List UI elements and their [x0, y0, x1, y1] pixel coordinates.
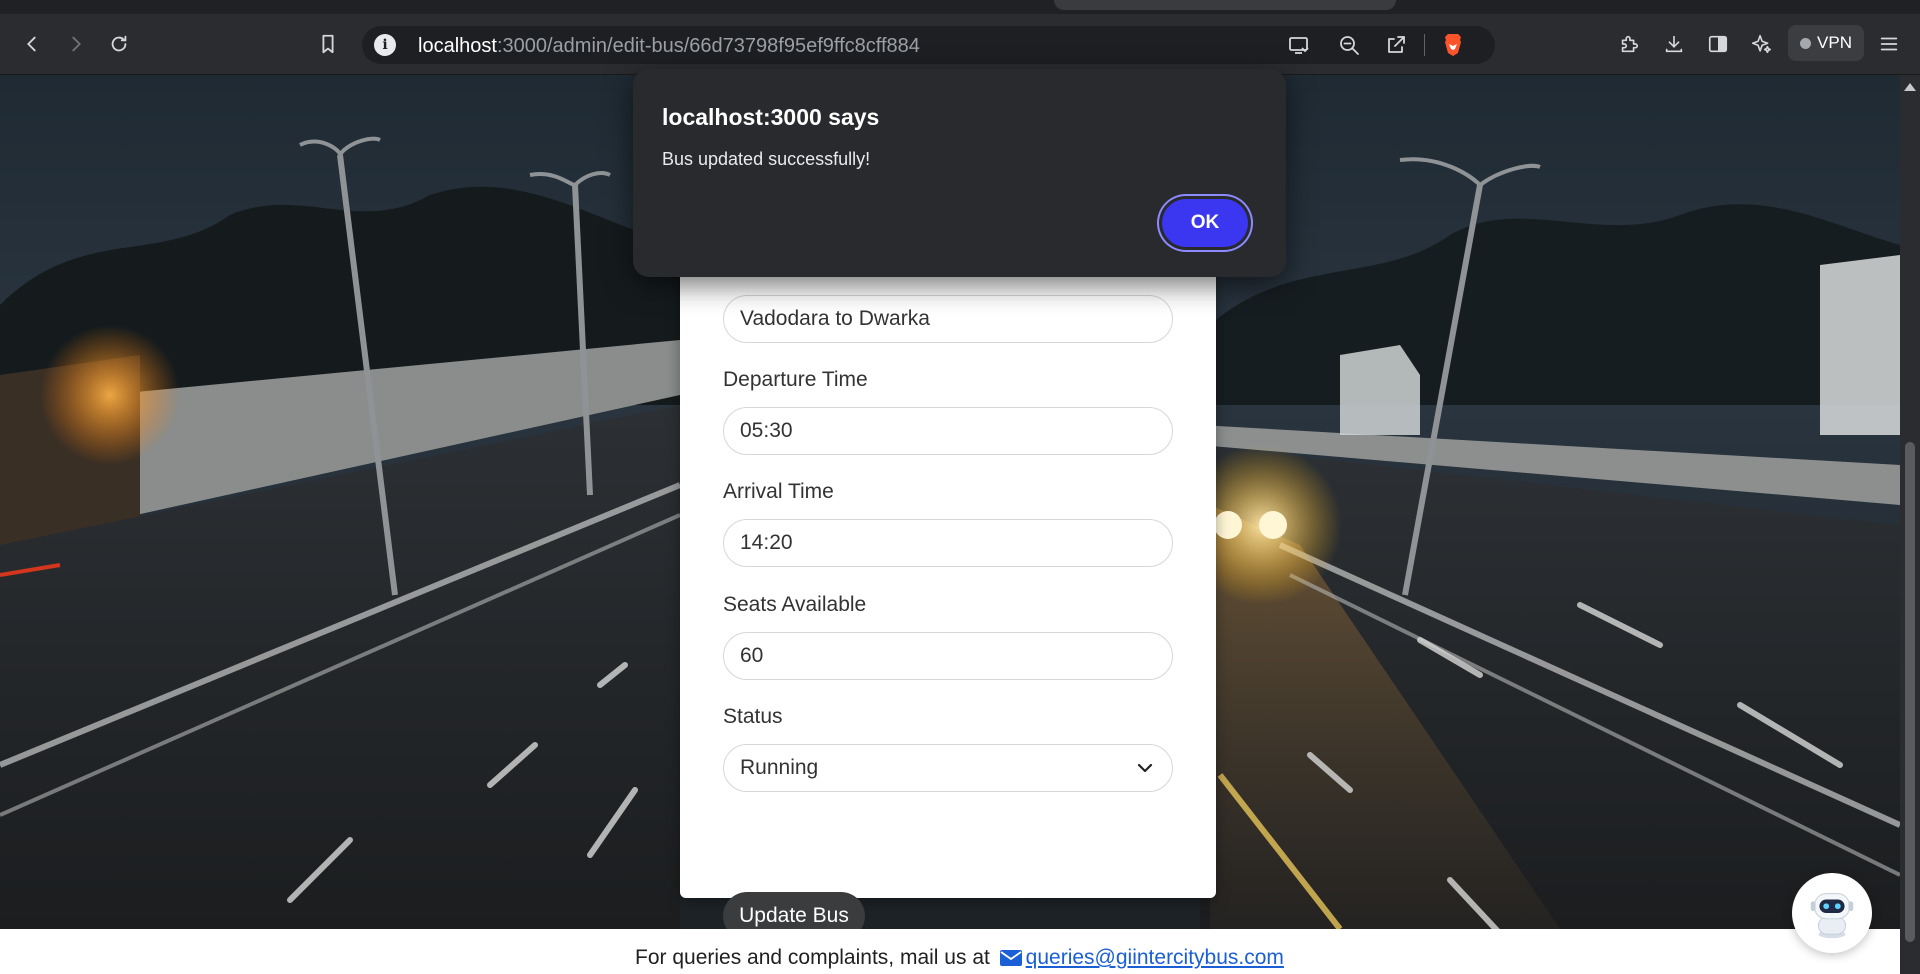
- departure-time-value: 05:30: [740, 419, 793, 442]
- chevron-down-icon: [1137, 763, 1153, 773]
- leo-ai-icon[interactable]: [1745, 28, 1777, 60]
- chatbot-icon: [1810, 893, 1854, 939]
- zoom-icon[interactable]: [1337, 33, 1361, 57]
- site-info-icon[interactable]: i: [374, 34, 396, 56]
- page-footer: For queries and complaints, mail us at q…: [0, 929, 1900, 974]
- sidebar-icon[interactable]: [1702, 28, 1734, 60]
- seats-available-label: Seats Available: [723, 593, 867, 616]
- update-bus-label: Update Bus: [739, 904, 849, 927]
- alert-ok-label: OK: [1190, 212, 1220, 233]
- vpn-status-dot: [1800, 37, 1812, 49]
- vpn-label: VPN: [1817, 33, 1852, 52]
- address-bar[interactable]: i localhost:3000/admin/edit-bus/66d73798…: [362, 26, 1495, 64]
- url-path: :3000/admin/edit-bus/66d73798f95ef9ffc8c…: [496, 35, 920, 57]
- browser-toolbar: i localhost:3000/admin/edit-bus/66d73798…: [0, 14, 1920, 75]
- arrival-time-label: Arrival Time: [723, 480, 834, 503]
- forward-icon[interactable]: [60, 28, 92, 60]
- reload-icon[interactable]: [103, 28, 135, 60]
- alert-title: localhost:3000 says: [662, 104, 880, 130]
- seats-available-input[interactable]: 60: [723, 632, 1173, 680]
- footer-email-link[interactable]: queries@giintercitybus.com: [1026, 946, 1284, 969]
- page-scrollbar[interactable]: [1900, 75, 1920, 974]
- alert-dialog: localhost:3000 says Bus updated successf…: [633, 69, 1286, 277]
- departure-time-label: Departure Time: [723, 368, 868, 391]
- vpn-button[interactable]: VPN: [1788, 25, 1864, 61]
- footer-text: For queries and complaints, mail us at: [635, 946, 990, 969]
- back-icon[interactable]: [16, 28, 48, 60]
- cast-icon[interactable]: [1287, 33, 1311, 57]
- status-select[interactable]: Running: [723, 744, 1173, 792]
- envelope-icon: [999, 950, 1022, 966]
- brave-shield-icon[interactable]: [1440, 32, 1466, 58]
- arrival-time-input[interactable]: 14:20: [723, 519, 1173, 567]
- menu-icon[interactable]: [1873, 28, 1905, 60]
- active-tab[interactable]: [1054, 0, 1396, 10]
- route-input[interactable]: Vadodara to Dwarka: [723, 295, 1173, 343]
- scroll-up-arrow[interactable]: [1904, 83, 1916, 91]
- edit-bus-form-card: Vadodara to Dwarka Departure Time 05:30 …: [680, 245, 1216, 940]
- scrollbar-thumb[interactable]: [1905, 442, 1915, 942]
- bookmark-icon[interactable]: [312, 28, 344, 60]
- arrival-time-value: 14:20: [740, 531, 793, 554]
- alert-ok-button[interactable]: OK: [1162, 199, 1248, 247]
- status-value: Running: [740, 756, 819, 779]
- url-host: localhost: [418, 35, 497, 57]
- share-icon[interactable]: [1384, 33, 1408, 57]
- departure-time-input[interactable]: 05:30: [723, 407, 1173, 455]
- download-icon[interactable]: [1658, 28, 1690, 60]
- chatbot-button[interactable]: [1792, 873, 1872, 953]
- url-text[interactable]: localhost:3000/admin/edit-bus/66d73798f9…: [418, 35, 920, 58]
- alert-message: Bus updated successfully!: [662, 149, 871, 169]
- extensions-icon[interactable]: [1613, 28, 1645, 60]
- tab-strip: [0, 0, 1920, 14]
- seats-available-value: 60: [740, 644, 764, 667]
- route-value: Vadodara to Dwarka: [740, 307, 930, 330]
- footer-contact: For queries and complaints, mail us at q…: [635, 946, 1284, 970]
- status-label: Status: [723, 705, 783, 728]
- omnibox-separator: [1424, 34, 1425, 56]
